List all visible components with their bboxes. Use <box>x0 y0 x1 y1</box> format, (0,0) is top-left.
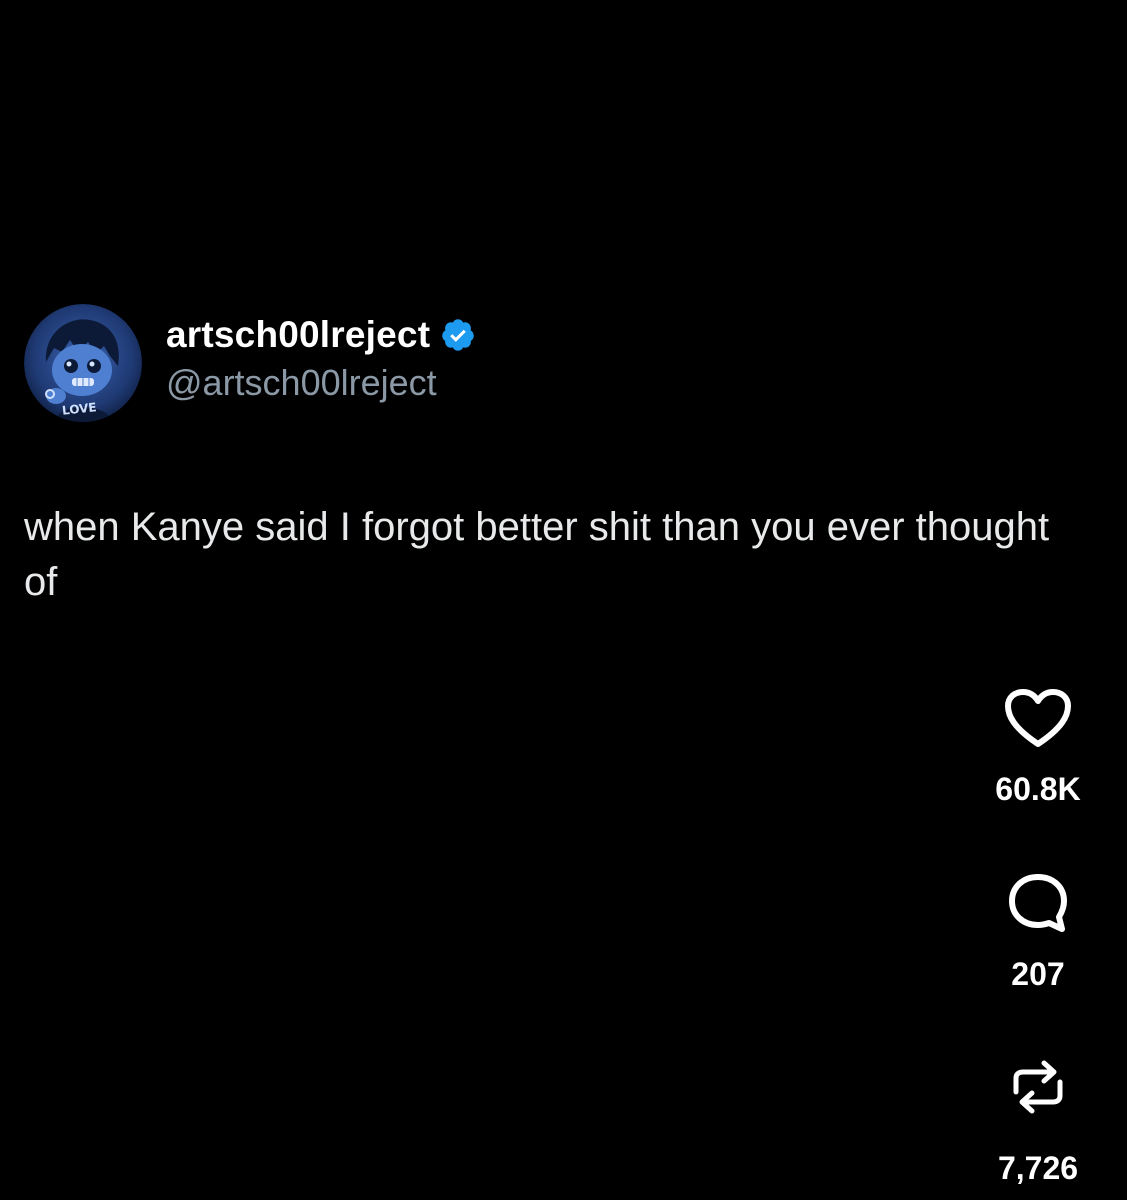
reply-icon[interactable] <box>1003 868 1073 938</box>
repost-count: 7,726 <box>997 1150 1079 1186</box>
repost-action[interactable]: 7,726 <box>973 1052 1103 1187</box>
post-text: when Kanye said I forgot better shit tha… <box>24 505 1050 604</box>
reply-action[interactable]: 207 <box>973 868 1103 993</box>
repost-icon[interactable] <box>1003 1052 1073 1122</box>
author-info: artsch00lreject @artsch00lreject <box>166 314 476 404</box>
handle[interactable]: @artsch00lreject <box>166 362 476 404</box>
like-action[interactable]: 60.8K <box>973 683 1103 808</box>
name-row: artsch00lreject <box>166 314 476 356</box>
post-header: LOVE artsch00lreject @artsch00lreject <box>24 304 476 422</box>
reply-count: 207 <box>1011 956 1065 992</box>
verified-badge-icon <box>440 317 476 353</box>
heart-icon[interactable] <box>1003 683 1073 753</box>
like-count: 60.8K <box>995 771 1081 807</box>
display-name[interactable]: artsch00lreject <box>166 314 430 356</box>
avatar[interactable]: LOVE <box>24 304 142 422</box>
